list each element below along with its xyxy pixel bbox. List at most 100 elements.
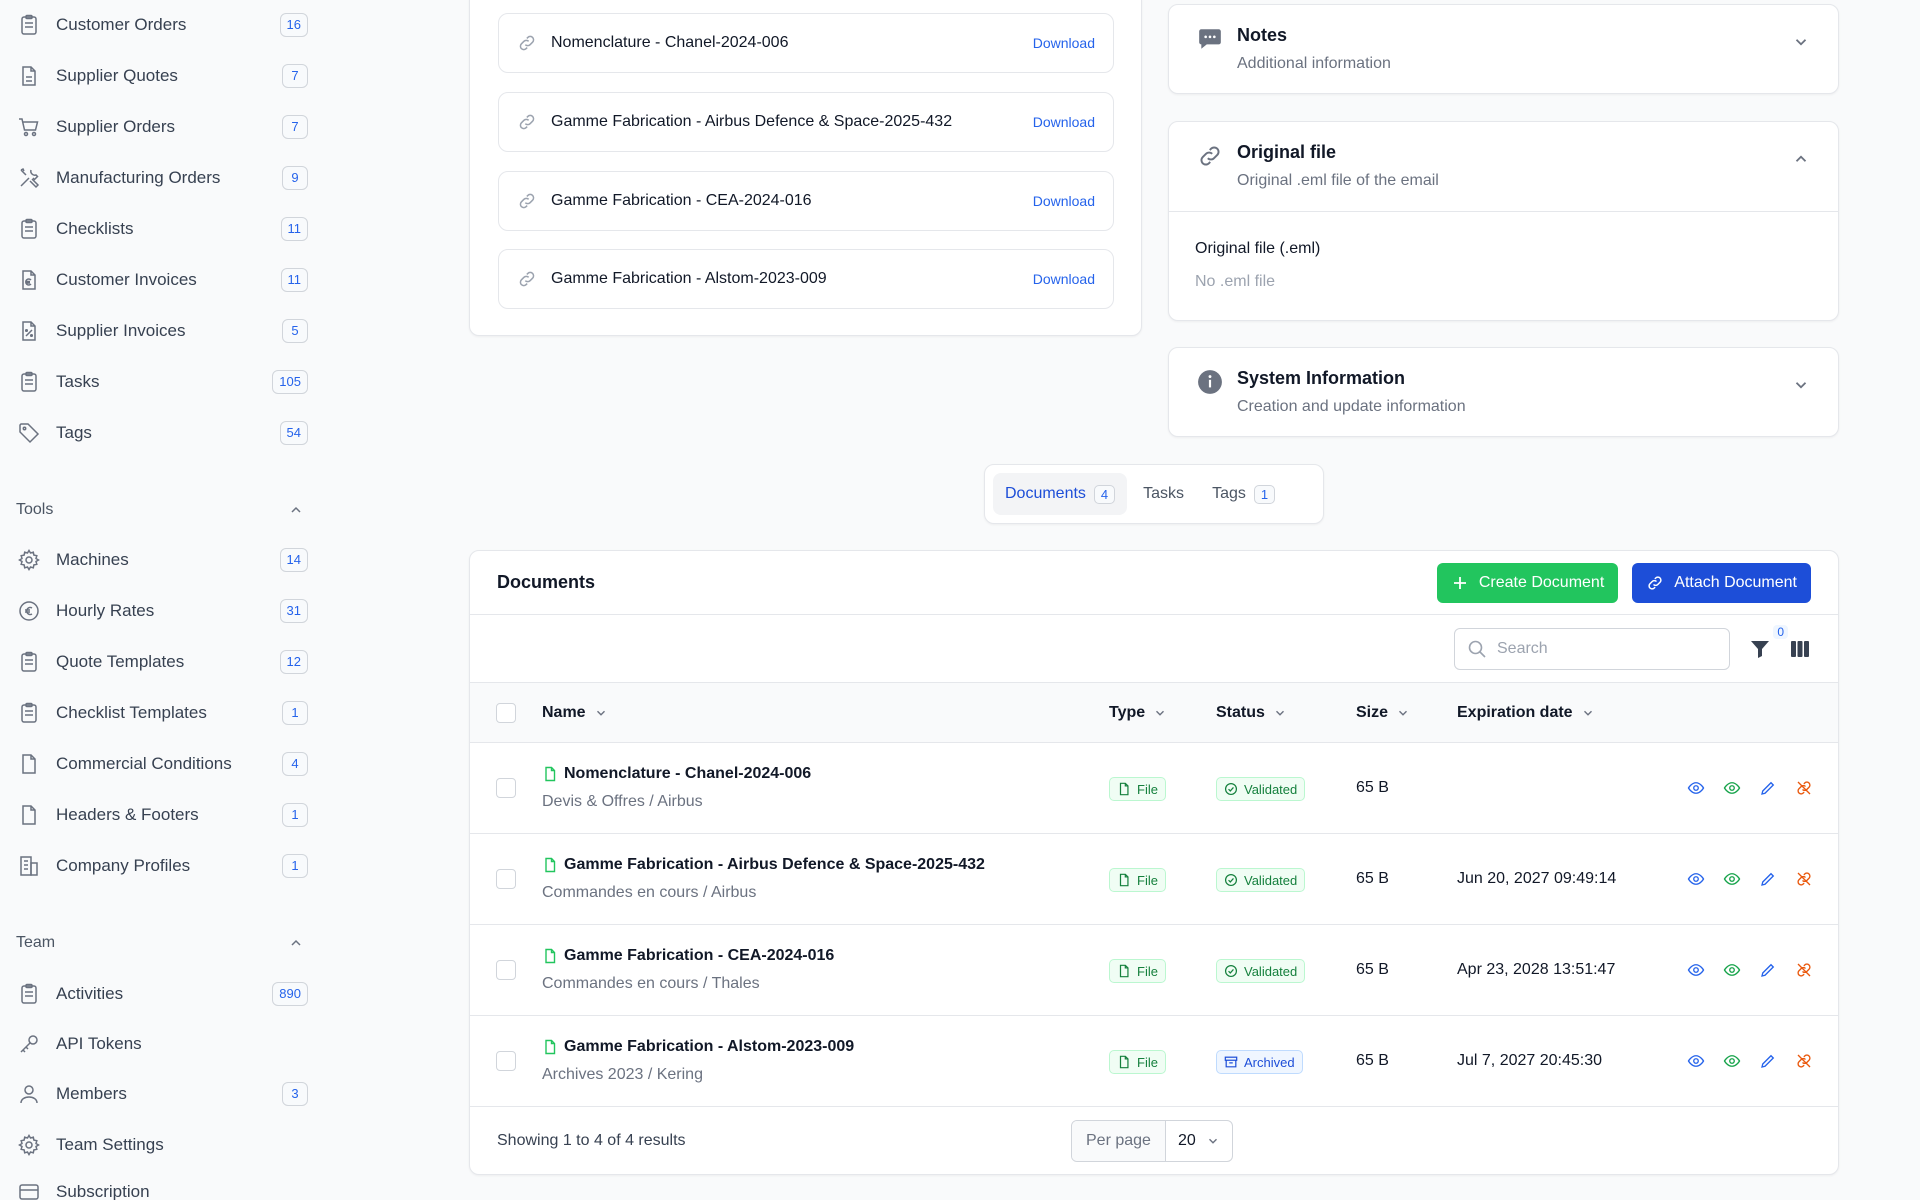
type-badge: File bbox=[1109, 777, 1166, 801]
document-name[interactable]: Gamme Fabrication - Alstom-2023-009 bbox=[542, 1038, 854, 1056]
columns-button[interactable] bbox=[1788, 637, 1812, 661]
document-name[interactable]: Nomenclature - Chanel-2024-006 bbox=[542, 765, 811, 783]
detach-button[interactable] bbox=[1794, 1051, 1814, 1071]
sidebar-item-hourly-rates[interactable]: Hourly Rates 31 bbox=[16, 591, 308, 631]
table-row[interactable]: Gamme Fabrication - CEA-2024-016 Command… bbox=[470, 925, 1838, 1016]
count-badge: 31 bbox=[279, 599, 308, 623]
sidebar-item-commercial-conditions[interactable]: Commercial Conditions 4 bbox=[16, 744, 308, 784]
table-row[interactable]: Gamme Fabrication - Airbus Defence & Spa… bbox=[470, 834, 1838, 925]
sidebar-item-customer-orders[interactable]: Customer Orders 16 bbox=[16, 5, 308, 45]
sidebar-item-manufacturing-orders[interactable]: Manufacturing Orders 9 bbox=[16, 158, 308, 198]
clipboard-icon bbox=[16, 12, 42, 38]
detach-button[interactable] bbox=[1794, 778, 1814, 798]
tab-count: 4 bbox=[1093, 484, 1116, 504]
sidebar-item-supplier-invoices[interactable]: Supplier Invoices 5 bbox=[16, 311, 308, 351]
sidebar-item-machines[interactable]: Machines 14 bbox=[16, 540, 308, 580]
count-badge: 1 bbox=[282, 701, 308, 725]
document-name[interactable]: Gamme Fabrication - CEA-2024-016 bbox=[542, 947, 834, 965]
documents-card: Documents Create Document Attach Documen… bbox=[469, 550, 1839, 1175]
edit-button[interactable] bbox=[1758, 1051, 1778, 1071]
link-icon bbox=[517, 33, 537, 53]
count-badge: 14 bbox=[279, 548, 308, 572]
preview-button[interactable] bbox=[1722, 1051, 1742, 1071]
chevron-up-icon[interactable] bbox=[1792, 150, 1810, 168]
section-header-tools[interactable]: Tools bbox=[16, 495, 308, 525]
chevron-down-icon[interactable] bbox=[1792, 33, 1810, 51]
download-link[interactable]: Download bbox=[1033, 35, 1095, 51]
chevron-down-icon bbox=[596, 710, 605, 716]
view-button[interactable] bbox=[1686, 960, 1706, 980]
chevron-down-icon[interactable] bbox=[1792, 376, 1810, 394]
chevron-down-icon bbox=[1208, 1138, 1217, 1144]
table-row[interactable]: Gamme Fabrication - Alstom-2023-009 Arch… bbox=[470, 1016, 1838, 1107]
column-header-status[interactable]: Status bbox=[1216, 704, 1287, 722]
sidebar-item-checklist-templates[interactable]: Checklist Templates 1 bbox=[16, 693, 308, 733]
tab-documents[interactable]: Documents 4 bbox=[993, 473, 1128, 515]
view-button[interactable] bbox=[1686, 778, 1706, 798]
tab-tags[interactable]: Tags 1 bbox=[1200, 473, 1287, 515]
unlink-icon bbox=[1797, 781, 1811, 795]
notes-card[interactable]: Notes Additional information bbox=[1168, 4, 1839, 94]
system-information-card[interactable]: System Information Creation and update i… bbox=[1168, 347, 1839, 437]
download-link[interactable]: Download bbox=[1033, 193, 1095, 209]
key-icon bbox=[16, 1031, 42, 1057]
column-header-size[interactable]: Size bbox=[1356, 704, 1410, 722]
sidebar-item-label: Team Settings bbox=[56, 1135, 164, 1154]
create-document-button[interactable]: Create Document bbox=[1436, 562, 1619, 603]
edit-button[interactable] bbox=[1758, 869, 1778, 889]
per-page-select[interactable]: Per page 20 bbox=[1071, 1120, 1233, 1162]
sidebar-item-supplier-orders[interactable]: Supplier Orders 7 bbox=[16, 107, 308, 147]
table-row[interactable]: Nomenclature - Chanel-2024-006 Devis & O… bbox=[470, 743, 1838, 834]
sidebar-item-activities[interactable]: Activities 890 bbox=[16, 974, 308, 1014]
sidebar-item-customer-invoices[interactable]: Customer Invoices 11 bbox=[16, 260, 308, 300]
row-checkbox[interactable] bbox=[496, 1051, 516, 1071]
edit-button[interactable] bbox=[1758, 778, 1778, 798]
select-all-checkbox[interactable] bbox=[496, 703, 516, 723]
sidebar-item-api-tokens[interactable]: API Tokens bbox=[16, 1024, 308, 1064]
sidebar-item-label: Customer Orders bbox=[56, 15, 187, 34]
preview-button[interactable] bbox=[1722, 869, 1742, 889]
attach-document-button[interactable]: Attach Document bbox=[1632, 562, 1811, 603]
preview-button[interactable] bbox=[1722, 778, 1742, 798]
sidebar-item-supplier-quotes[interactable]: Supplier Quotes 7 bbox=[16, 56, 308, 96]
sidebar-item-tags[interactable]: Tags 54 bbox=[16, 413, 308, 453]
tab-tasks[interactable]: Tasks bbox=[1131, 473, 1196, 515]
download-link[interactable]: Download bbox=[1033, 271, 1095, 287]
view-button[interactable] bbox=[1686, 1051, 1706, 1071]
sidebar-item-checklists[interactable]: Checklists 11 bbox=[16, 209, 308, 249]
section-title: Tools bbox=[16, 501, 54, 518]
sidebar-item-company-profiles[interactable]: Company Profiles 1 bbox=[16, 846, 308, 886]
row-checkbox[interactable] bbox=[496, 960, 516, 980]
row-checkbox[interactable] bbox=[496, 869, 516, 889]
section-header-team[interactable]: Team bbox=[16, 928, 308, 958]
sidebar-item-team-settings[interactable]: Team Settings bbox=[16, 1125, 308, 1165]
view-button[interactable] bbox=[1686, 869, 1706, 889]
edit-button[interactable] bbox=[1758, 960, 1778, 980]
sidebar-item-tasks[interactable]: Tasks 105 bbox=[16, 362, 308, 402]
row-checkbox[interactable] bbox=[496, 778, 516, 798]
count-badge: 11 bbox=[280, 268, 308, 292]
section-subtitle: Original .eml file of the email bbox=[1237, 172, 1439, 189]
filter-button[interactable]: 0 bbox=[1748, 624, 1788, 661]
detach-button[interactable] bbox=[1794, 869, 1814, 889]
sidebar-item-subscription[interactable]: Subscription bbox=[16, 1172, 308, 1200]
sidebar-item-headers-footers[interactable]: Headers & Footers 1 bbox=[16, 795, 308, 835]
detach-button[interactable] bbox=[1794, 960, 1814, 980]
preview-button[interactable] bbox=[1722, 960, 1742, 980]
attachment-row: Gamme Fabrication - CEA-2024-016 Downloa… bbox=[498, 171, 1114, 231]
euro-icon bbox=[16, 598, 42, 624]
sidebar-item-quote-templates[interactable]: Quote Templates 12 bbox=[16, 642, 308, 682]
sidebar-item-members[interactable]: Members 3 bbox=[16, 1074, 308, 1114]
column-header-expiration-date[interactable]: Expiration date bbox=[1457, 704, 1595, 722]
attachment-name: Gamme Fabrication - Airbus Defence & Spa… bbox=[551, 113, 953, 130]
count-badge: 5 bbox=[282, 319, 308, 343]
check-circle-icon bbox=[1224, 873, 1238, 887]
column-header-type[interactable]: Type bbox=[1109, 704, 1167, 722]
search-input[interactable] bbox=[1497, 639, 1697, 658]
gear-icon bbox=[16, 1132, 42, 1158]
download-link[interactable]: Download bbox=[1033, 114, 1095, 130]
column-header-name[interactable]: Name bbox=[542, 704, 608, 722]
per-page-value[interactable]: 20 bbox=[1166, 1121, 1232, 1161]
count-badge: 105 bbox=[272, 370, 308, 394]
document-name[interactable]: Gamme Fabrication - Airbus Defence & Spa… bbox=[542, 856, 985, 874]
